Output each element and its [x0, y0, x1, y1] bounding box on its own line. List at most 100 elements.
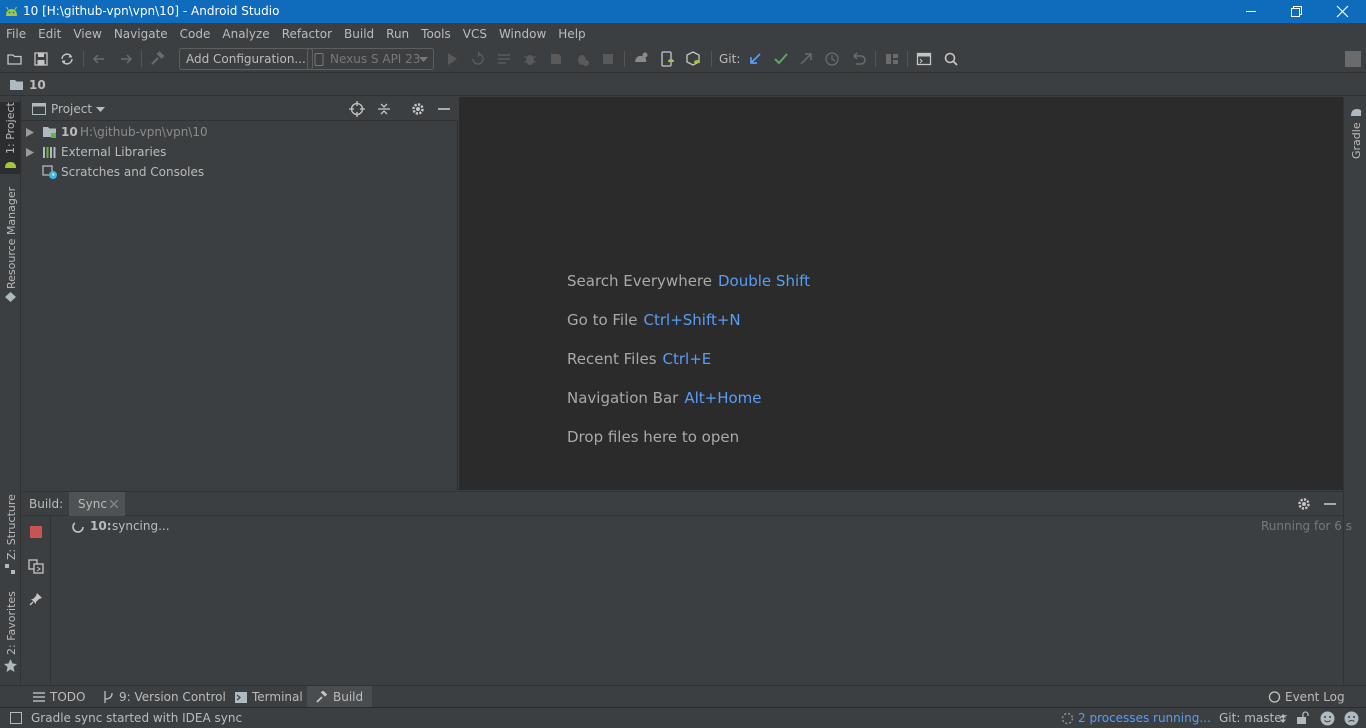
- debug-icon[interactable]: [521, 50, 539, 68]
- star-icon: [4, 659, 17, 672]
- tab-project[interactable]: 1: Project: [0, 102, 21, 174]
- attach-debugger-icon[interactable]: [573, 50, 591, 68]
- menu-window[interactable]: Window: [493, 23, 552, 45]
- resource-icon: [5, 292, 16, 303]
- tab-resource-manager[interactable]: Resource Manager: [0, 187, 21, 307]
- menu-help[interactable]: Help: [552, 23, 591, 45]
- feedback-icon[interactable]: [1344, 711, 1359, 726]
- bottom-tool-tabs: TODO 9: Version Control Terminal Build E…: [0, 685, 1366, 708]
- chevron-down-icon[interactable]: [96, 107, 105, 113]
- sdk-manager-icon[interactable]: [684, 50, 702, 68]
- menu-navigate[interactable]: Navigate: [108, 23, 174, 45]
- scratches-icon: [42, 165, 58, 180]
- search-icon[interactable]: [942, 50, 960, 68]
- layout-toggle-icon[interactable]: [1345, 51, 1361, 67]
- status-message[interactable]: Gradle sync started with IDEA sync: [31, 711, 242, 725]
- tree-item-label: Scratches and Consoles: [61, 165, 205, 179]
- hint-shortcut: Double Shift: [718, 272, 811, 290]
- tab-version-control[interactable]: 9: Version Control: [97, 686, 232, 708]
- terminal-icon: [235, 691, 247, 703]
- unlock-icon[interactable]: [1296, 711, 1310, 725]
- vcs-push-icon[interactable]: [797, 50, 815, 68]
- locate-target-icon[interactable]: [349, 101, 365, 117]
- gear-icon[interactable]: [410, 101, 426, 117]
- tab-sync[interactable]: Sync: [69, 492, 125, 516]
- run-icon[interactable]: [443, 50, 461, 68]
- menu-refactor[interactable]: Refactor: [276, 23, 338, 45]
- gear-icon[interactable]: [1296, 496, 1312, 512]
- terminal-window-icon[interactable]: [915, 50, 933, 68]
- tab-favorites-label: 2: Favorites: [5, 591, 18, 655]
- hammer-build-icon[interactable]: [149, 50, 167, 68]
- add-configuration-button[interactable]: Add Configuration...: [179, 48, 313, 70]
- hide-panel-icon[interactable]: [1322, 496, 1338, 512]
- tab-gradle[interactable]: Gradle: [1345, 105, 1366, 165]
- minimize-button[interactable]: [1228, 0, 1274, 23]
- tree-item-scratches[interactable]: Scratches and Consoles: [22, 162, 458, 182]
- vcs-commit-icon[interactable]: [772, 50, 790, 68]
- tab-structure[interactable]: Z: Structure: [0, 494, 21, 577]
- toggle-view-icon[interactable]: [28, 559, 44, 575]
- breadcrumb-project[interactable]: 10: [29, 78, 46, 92]
- rollback-icon[interactable]: [850, 50, 868, 68]
- tree-item-project-root[interactable]: 10 H:\github-vpn\vpn\10: [22, 122, 458, 142]
- tab-structure-label: Z: Structure: [5, 494, 18, 560]
- menu-code[interactable]: Code: [174, 23, 217, 45]
- menu-tools[interactable]: Tools: [415, 23, 457, 45]
- toggle-tool-windows-icon[interactable]: [10, 712, 22, 724]
- tab-favorites[interactable]: 2: Favorites: [0, 591, 21, 677]
- history-icon[interactable]: [823, 50, 841, 68]
- avd-manager-icon[interactable]: [658, 50, 676, 68]
- folder-icon: [9, 78, 25, 92]
- menu-view[interactable]: View: [67, 23, 107, 45]
- menu-vcs[interactable]: VCS: [457, 23, 493, 45]
- tab-event-log[interactable]: Event Log: [1262, 686, 1351, 708]
- pin-icon[interactable]: [28, 591, 44, 607]
- gradle-sync-icon[interactable]: [632, 50, 650, 68]
- speech-bubble-icon: [1268, 691, 1281, 703]
- hide-panel-icon[interactable]: [436, 101, 452, 117]
- open-folder-icon[interactable]: [6, 50, 24, 68]
- tab-terminal[interactable]: Terminal: [229, 686, 309, 708]
- project-view-selector[interactable]: Project: [51, 102, 92, 116]
- hint-drop-files: Drop files here to open: [567, 428, 739, 446]
- menu-analyze[interactable]: Analyze: [216, 23, 275, 45]
- tree-item-external-libraries[interactable]: External Libraries: [22, 142, 458, 162]
- tab-build[interactable]: Build: [307, 686, 373, 708]
- back-arrow-icon[interactable]: [90, 50, 108, 68]
- collapse-all-icon[interactable]: [376, 101, 392, 117]
- close-button[interactable]: [1320, 0, 1366, 23]
- expand-arrow-icon[interactable]: [26, 128, 34, 137]
- sync-icon[interactable]: [58, 50, 76, 68]
- tree-item-project-name: 10: [61, 125, 78, 139]
- hammer-icon: [316, 691, 328, 703]
- build-entry-status: syncing...: [112, 519, 170, 533]
- android-icon: [4, 158, 17, 171]
- tab-todo[interactable]: TODO: [27, 686, 91, 708]
- apply-changes-icon[interactable]: [469, 50, 487, 68]
- menu-run[interactable]: Run: [380, 23, 415, 45]
- editor-area[interactable]: Search Everywhere Double Shift Go to File…: [459, 97, 1343, 490]
- project-structure-icon[interactable]: [883, 50, 901, 68]
- menu-edit[interactable]: Edit: [32, 23, 67, 45]
- vcs-update-icon[interactable]: [746, 50, 764, 68]
- hint-shortcut: Alt+Home: [684, 389, 762, 407]
- device-selector[interactable]: Nexus S API 23: [307, 48, 434, 70]
- expand-arrow-icon[interactable]: [26, 148, 34, 157]
- stop-build-icon[interactable]: [30, 526, 42, 538]
- build-running-time: Running for 6 s: [1261, 519, 1353, 533]
- menu-build[interactable]: Build: [338, 23, 380, 45]
- forward-arrow-icon[interactable]: [117, 50, 135, 68]
- hector-inspector-icon[interactable]: [1320, 711, 1335, 726]
- close-tab-icon[interactable]: [110, 500, 118, 508]
- left-tool-stripe: 1: Project Resource Manager Z: Structure…: [0, 97, 21, 684]
- right-tool-stripe: Gradle: [1343, 97, 1366, 684]
- apply-code-changes-icon[interactable]: [495, 50, 513, 68]
- menu-file[interactable]: File: [0, 23, 32, 45]
- git-branch-widget[interactable]: Git: master: [1219, 711, 1287, 725]
- restore-button[interactable]: [1274, 0, 1320, 23]
- processes-running-link[interactable]: 2 processes running...: [1078, 711, 1211, 725]
- save-icon[interactable]: [32, 50, 50, 68]
- stop-icon[interactable]: [599, 50, 617, 68]
- profile-icon[interactable]: [547, 50, 565, 68]
